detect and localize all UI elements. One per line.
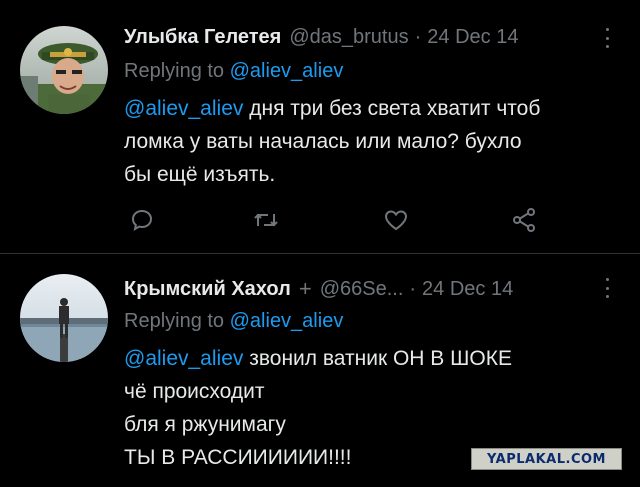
avatar[interactable] xyxy=(20,26,108,114)
text-line: чё происходит xyxy=(124,380,265,403)
text-line: ломка у ваты началась или мало? бухло xyxy=(124,130,522,153)
retweet-button[interactable] xyxy=(250,204,282,236)
author-handle[interactable]: @66Se... xyxy=(320,278,404,301)
text-line: бля я ржунимагу xyxy=(124,413,286,436)
more-options-icon[interactable] xyxy=(604,278,610,298)
avatar[interactable] xyxy=(20,274,108,362)
tweet-header: Улыбка Гелетея @das_brutus · 24 Dec 14 xyxy=(124,24,518,50)
share-button[interactable] xyxy=(508,204,540,236)
separator-dot: · xyxy=(409,277,417,300)
text-line: дня три без света хватит чтоб xyxy=(243,97,541,120)
like-button[interactable] xyxy=(380,204,412,236)
mention-link[interactable]: @aliev_aliev xyxy=(124,347,243,370)
speech-bubble-icon xyxy=(131,209,153,231)
text-line: бы ещё изъять. xyxy=(124,163,276,186)
tweet[interactable]: Улыбка Гелетея @das_brutus · 24 Dec 14 R… xyxy=(0,0,640,253)
replying-to-handle[interactable]: @aliev_aliev xyxy=(230,310,344,332)
replying-to: Replying to @aliev_aliev xyxy=(124,310,343,333)
replying-prefix: Replying to xyxy=(124,310,225,332)
tweet-header: Крымский Хахол + @66Se... · 24 Dec 14 xyxy=(124,276,513,302)
separator-dot: · xyxy=(414,25,422,48)
text-line: звонил ватник ОН В ШОКЕ xyxy=(243,347,512,370)
reply-button[interactable] xyxy=(126,204,158,236)
tweet-date[interactable]: 24 Dec 14 xyxy=(427,26,518,49)
plus-badge-icon: + xyxy=(298,276,312,301)
more-options-icon[interactable] xyxy=(604,28,610,48)
tweet-date[interactable]: 24 Dec 14 xyxy=(422,278,513,301)
replying-prefix: Replying to xyxy=(124,60,225,82)
author-name[interactable]: Крымский Хахол xyxy=(124,278,291,301)
action-bar xyxy=(0,204,640,236)
replying-to-handle[interactable]: @aliev_aliev xyxy=(230,60,344,82)
author-handle[interactable]: @das_brutus xyxy=(289,26,408,49)
share-icon xyxy=(513,208,535,232)
retweet-icon xyxy=(254,213,278,227)
watermark-logo: YAPLAKAL.COM xyxy=(471,448,622,470)
heart-icon xyxy=(384,210,408,231)
mention-link[interactable]: @aliev_aliev xyxy=(124,97,243,120)
author-name[interactable]: Улыбка Гелетея xyxy=(124,26,281,49)
replying-to: Replying to @aliev_aliev xyxy=(124,60,343,83)
tweet-text: @aliev_aliev дня три без света хватит чт… xyxy=(124,92,624,191)
